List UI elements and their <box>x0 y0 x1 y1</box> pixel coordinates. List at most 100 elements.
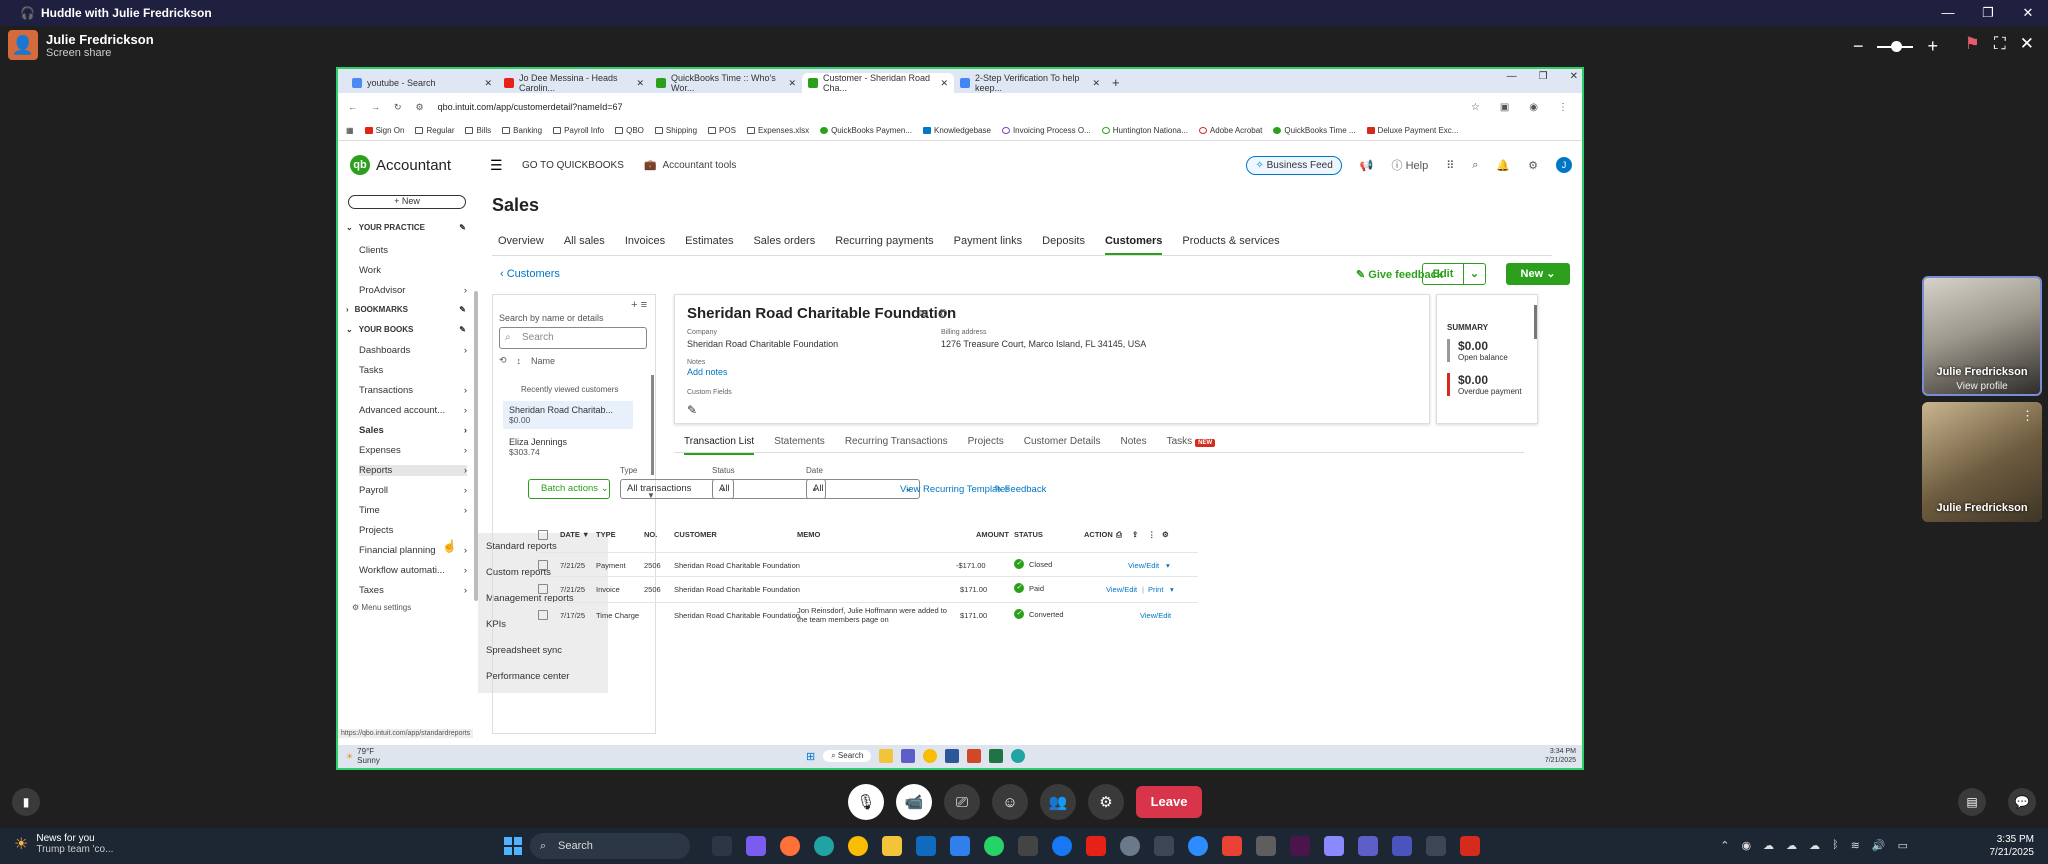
new-button[interactable]: + New <box>348 195 466 209</box>
chrome-icon[interactable] <box>848 836 868 856</box>
remote-weather[interactable]: ☀ 79°F Sunny <box>346 747 380 765</box>
qbo-logo[interactable]: qb Accountant <box>350 155 451 175</box>
sidebar-item-transactions[interactable]: Transactions › <box>359 385 467 396</box>
stop-control-icon[interactable]: ⚑ <box>1965 34 1980 54</box>
bookmark-item[interactable]: QBO <box>615 126 644 135</box>
browser-tab-active[interactable]: Customer - Sheridan Road Cha... ✕ <box>802 73 954 93</box>
row-checkbox[interactable] <box>538 584 548 596</box>
edit-pencil-icon[interactable]: ✎ <box>459 305 466 314</box>
col-amount[interactable]: AMOUNT <box>976 530 1009 539</box>
site-info-icon[interactable]: ⚙ <box>416 102 424 113</box>
sidebar-item-expenses[interactable]: Expenses › <box>359 445 467 456</box>
tab-estimates[interactable]: Estimates <box>685 235 733 255</box>
tab-customers[interactable]: Customers <box>1104 235 1163 255</box>
news-widget[interactable]: ☀ News for you Trump team 'co... <box>14 833 113 855</box>
browser-close-icon[interactable]: ✕ <box>1570 71 1578 82</box>
tab-close-icon[interactable]: ✕ <box>788 78 796 89</box>
your-books-section[interactable]: ⌄ YOUR BOOKS ✎ <box>346 325 466 334</box>
email-icon[interactable]: ✉ <box>919 307 928 320</box>
sidebar-item-projects[interactable]: Projects <box>359 525 467 536</box>
onedrive-icon[interactable]: ☁ <box>1786 839 1797 852</box>
taskbar-search[interactable]: ⌕ Search <box>530 833 690 859</box>
wifi-icon[interactable]: ≋ <box>1851 839 1860 852</box>
tab-all-sales[interactable]: All sales <box>564 235 605 255</box>
browser-minimize-icon[interactable]: — <box>1507 71 1517 82</box>
new-tab-icon[interactable]: + <box>1112 73 1120 93</box>
onedrive-icon[interactable]: ☁ <box>1809 839 1820 852</box>
menu-settings-link[interactable]: ⚙ Menu settings <box>352 603 411 612</box>
remote-search[interactable]: ⌕ Search <box>823 750 872 762</box>
browser-tab[interactable]: youtube - Search ✕ <box>346 73 498 93</box>
teams-meeting-icon[interactable] <box>1392 836 1412 856</box>
tab-close-icon[interactable]: ✕ <box>484 78 492 89</box>
edge-icon[interactable] <box>1011 749 1026 763</box>
taskbar-clock[interactable]: 3:35 PM 7/21/2025 <box>1990 833 2035 859</box>
user-avatar[interactable]: J <box>1556 157 1572 173</box>
browser-restore-icon[interactable]: ❐ <box>1539 71 1548 82</box>
browser-tab[interactable]: QuickBooks Time :: Who's Wor... ✕ <box>650 73 802 93</box>
tray-icon[interactable]: ◉ <box>1741 839 1751 852</box>
bookmark-item[interactable]: Banking <box>502 126 542 135</box>
sidebar-item-sales[interactable]: Sales › <box>359 425 467 436</box>
go-to-quickbooks-dropdown[interactable]: GO TO QUICKBOOKS <box>522 160 624 171</box>
add-notes-link[interactable]: Add notes <box>687 367 728 377</box>
volume-icon[interactable]: 🔊 <box>1872 839 1886 852</box>
apps-grid-icon[interactable]: ⠿ <box>1446 159 1454 172</box>
col-customer[interactable]: CUSTOMER <box>674 530 717 539</box>
sidebar-item-payroll[interactable]: Payroll › <box>359 485 467 496</box>
customer-list-item[interactable]: Eliza Jennings $303.74 <box>503 433 633 461</box>
windows-start-icon[interactable] <box>504 837 522 855</box>
sidebar-item-clients[interactable]: Clients <box>359 245 467 256</box>
chrome-icon[interactable] <box>923 749 938 763</box>
hamburger-menu-icon[interactable]: ☰ <box>490 157 503 174</box>
sidebar-item-time[interactable]: Time › <box>359 505 467 516</box>
forward-icon[interactable]: → <box>371 102 380 112</box>
zoom-in-icon[interactable]: + <box>1927 36 1938 57</box>
youtube-icon[interactable] <box>1086 836 1106 856</box>
tab-sales-orders[interactable]: Sales orders <box>753 235 815 255</box>
list-sort-header[interactable]: ⟲ ↕ Name <box>499 355 555 366</box>
sidebar-item-dashboards[interactable]: Dashboards › <box>359 345 467 356</box>
excel-icon[interactable] <box>989 749 1004 763</box>
bookmark-item[interactable]: Regular <box>415 126 454 135</box>
table-row[interactable]: 7/21/25 Payment 2506 Sheridan Road Chari… <box>538 552 1198 576</box>
new-transaction-button[interactable]: New ⌄ <box>1506 263 1570 285</box>
app-icon[interactable] <box>1256 836 1276 856</box>
more-options-icon[interactable]: ⋮ <box>2021 408 2034 424</box>
page-scrollbar[interactable] <box>1534 305 1537 339</box>
apps-icon[interactable]: ▦ <box>346 126 354 135</box>
bookmark-item[interactable]: QuickBooks Time ... <box>1273 126 1356 135</box>
calendar-icon[interactable] <box>950 836 970 856</box>
bookmark-item[interactable]: Sign On <box>364 126 404 135</box>
print-icon[interactable]: ⎙ <box>1116 530 1122 540</box>
row-checkbox[interactable] <box>538 560 548 572</box>
col-no[interactable]: NO. <box>644 530 657 539</box>
app-icon[interactable] <box>1324 836 1344 856</box>
bookmarks-section[interactable]: › BOOKMARKS ✎ <box>346 305 466 314</box>
view-edit-link[interactable]: View/Edit <box>1128 561 1159 570</box>
chevron-down-icon[interactable]: ⌄ <box>1463 264 1485 284</box>
bookmark-star-icon[interactable]: ☆ <box>1471 102 1480 113</box>
bookmark-item[interactable]: Adobe Acrobat <box>1198 126 1262 135</box>
export-icon[interactable]: ⇪ <box>1132 530 1138 539</box>
bookmark-item[interactable]: Bills <box>465 126 491 135</box>
call-health-icon[interactable]: ▮ <box>12 788 40 816</box>
tab-products-services[interactable]: Products & services <box>1182 235 1279 255</box>
bookmark-item[interactable]: QuickBooks Paymen... <box>820 126 912 135</box>
task-view-icon[interactable] <box>712 836 732 856</box>
browser-menu-icon[interactable]: ⋮ <box>1558 102 1568 113</box>
edge-icon[interactable] <box>814 836 834 856</box>
sidebar-item-taxes[interactable]: Taxes › <box>359 585 467 596</box>
chat-panel-button[interactable]: ▤ <box>1958 788 1986 816</box>
profile-icon[interactable]: ◉ <box>1529 102 1538 113</box>
zoom-icon[interactable] <box>1188 836 1208 856</box>
feedback-link[interactable]: ✎ Feedback <box>994 484 1046 495</box>
bookmark-item[interactable]: POS <box>708 126 736 135</box>
sidebar-item-advanced-accounting[interactable]: Advanced account... › <box>359 405 467 416</box>
settings-gear-icon[interactable]: ⚙ <box>1528 159 1538 172</box>
business-feed-button[interactable]: ✧ Business Feed <box>1246 155 1342 175</box>
bookmark-item[interactable]: Huntington Nationa... <box>1101 126 1188 135</box>
windows-start-icon[interactable]: ⊞ <box>806 750 815 763</box>
zoom-out-icon[interactable]: − <box>1853 36 1864 57</box>
col-memo[interactable]: MEMO <box>797 530 820 539</box>
